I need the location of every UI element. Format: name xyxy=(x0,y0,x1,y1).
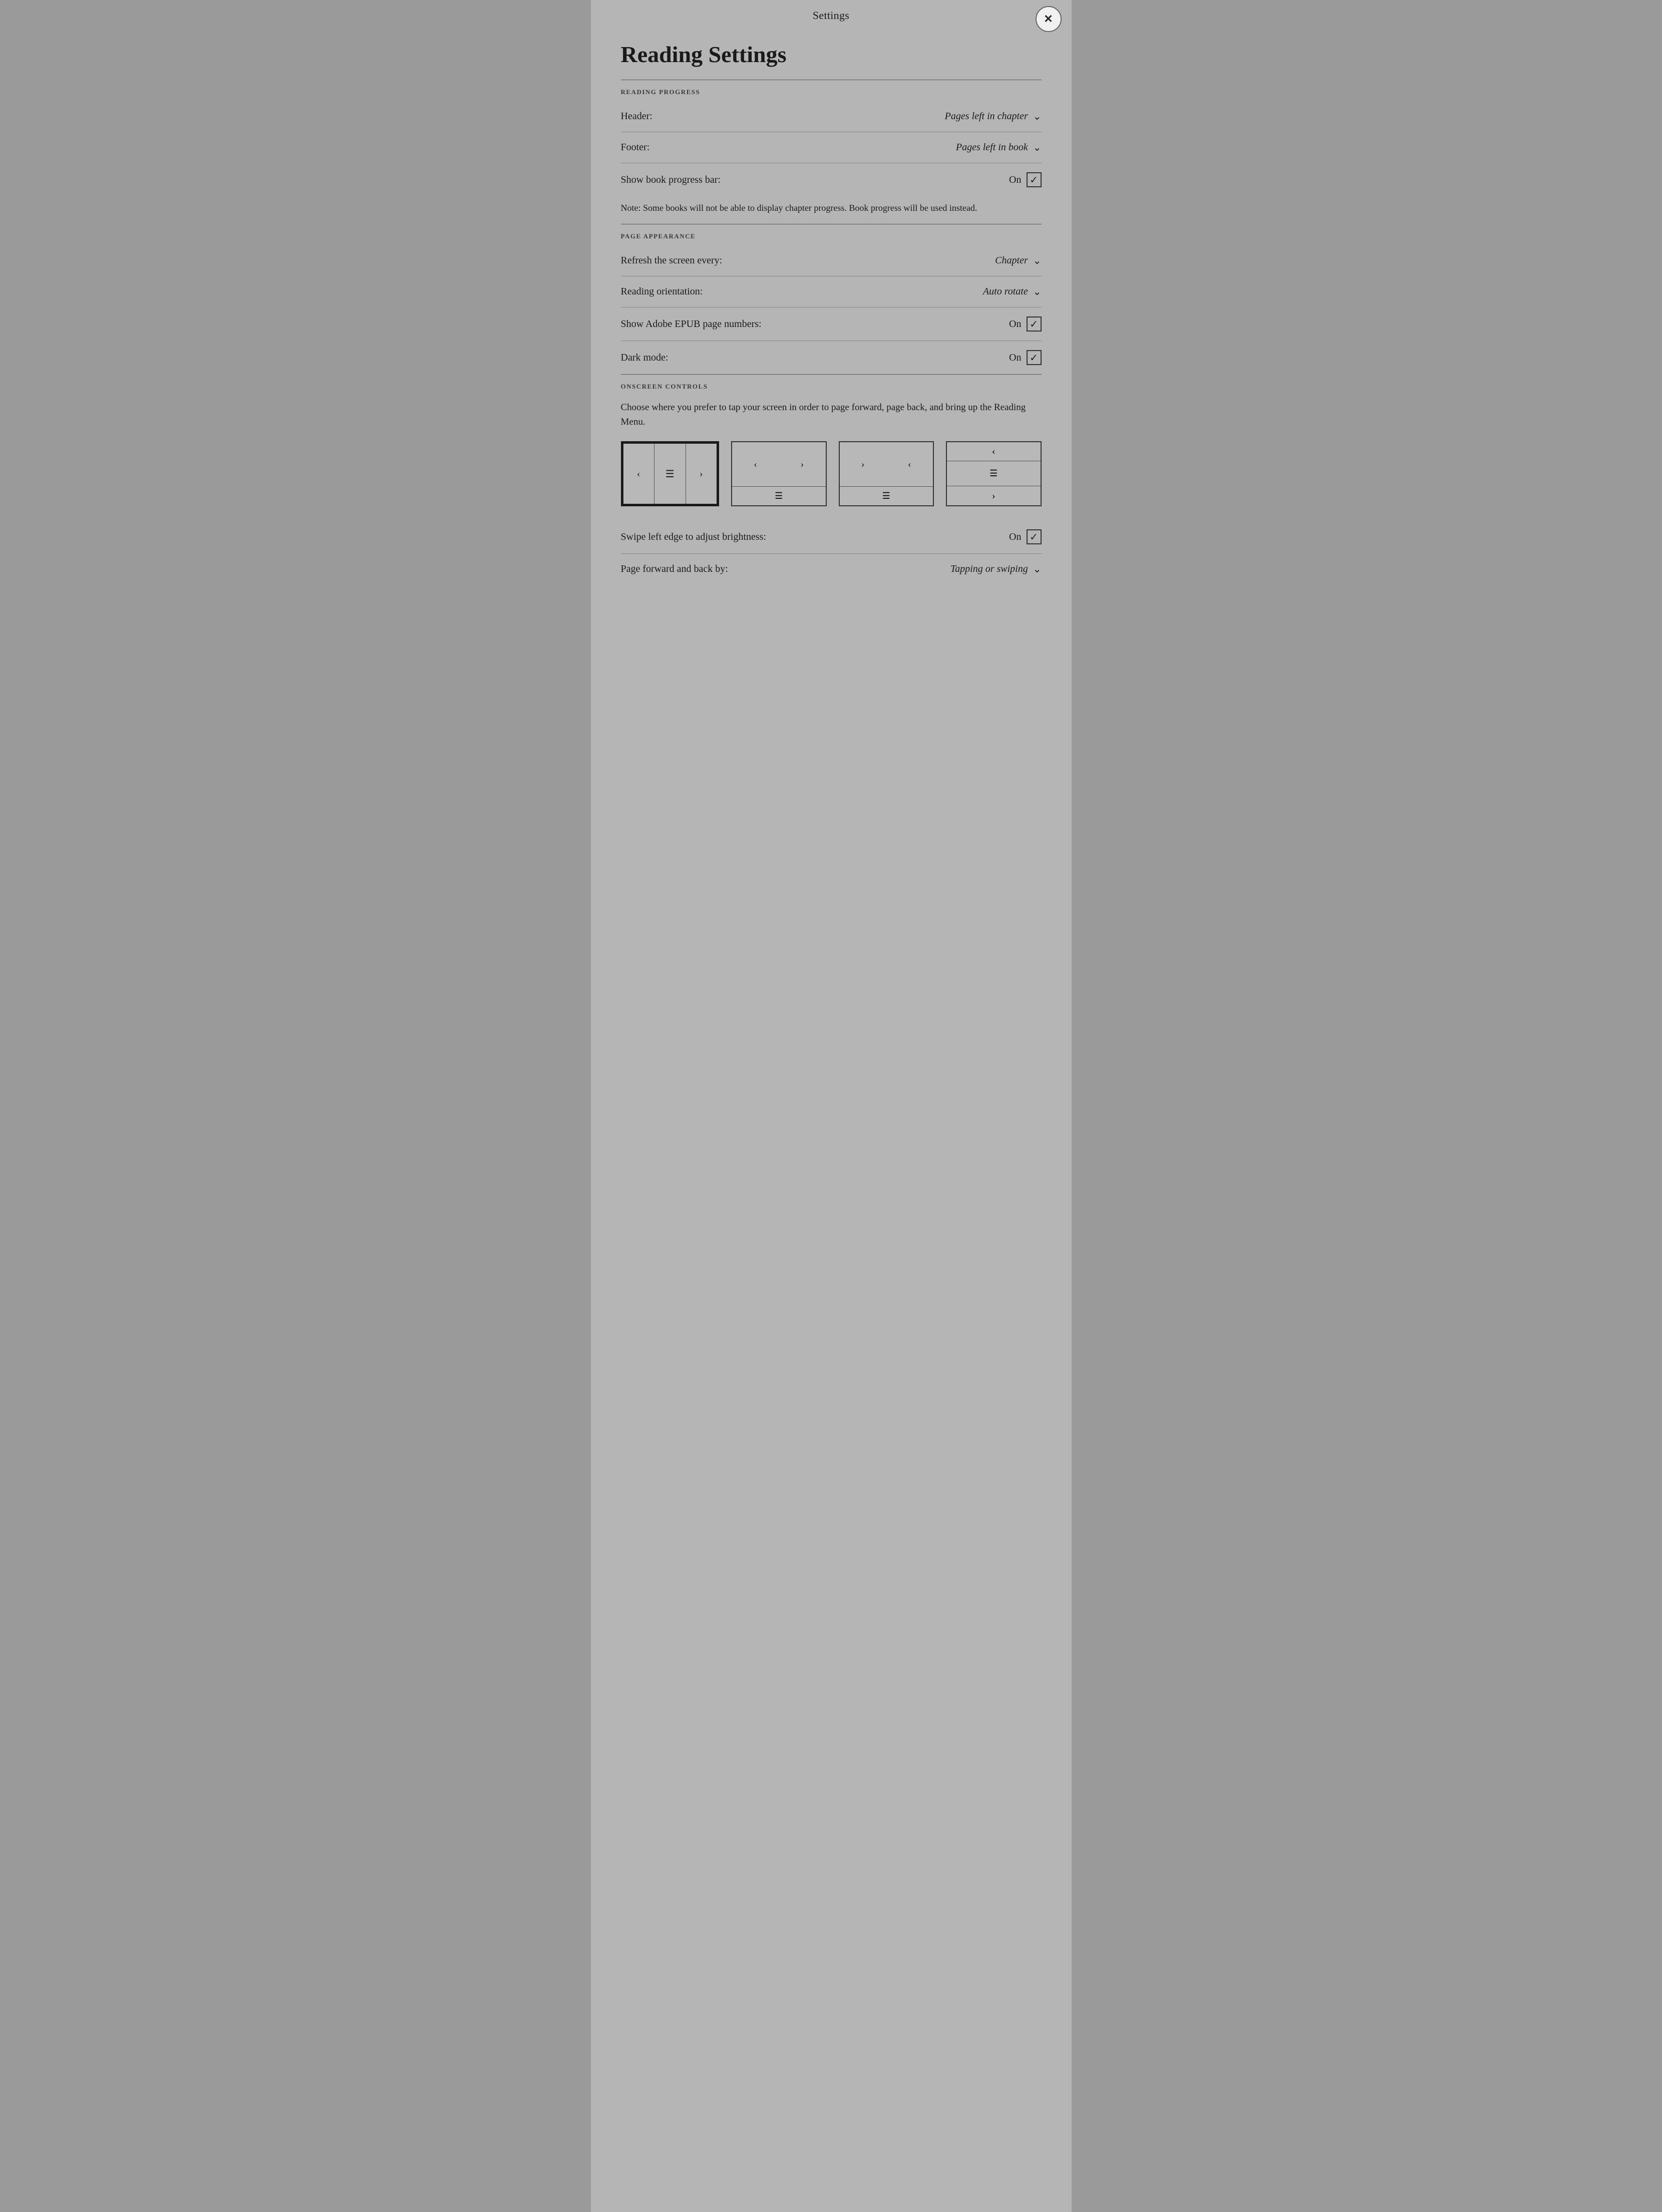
content-area: Reading Settings READING PROGRESS Header… xyxy=(591,31,1072,594)
reading-progress-section: READING PROGRESS Header: Pages left in c… xyxy=(621,80,1042,224)
header-chevron-icon: ⌄ xyxy=(1033,110,1042,123)
footer-setting-row: Footer: Pages left in book ⌄ xyxy=(621,132,1042,163)
swipe-control[interactable]: On ✓ xyxy=(1009,529,1041,544)
control-option-3[interactable]: › ‹ ☰ xyxy=(839,441,934,506)
onscreen-controls-label: ONSCREEN CONTROLS xyxy=(621,375,1042,396)
header-label: Header: xyxy=(621,111,652,122)
adobe-label: Show Adobe EPUB page numbers: xyxy=(621,319,762,330)
page-appearance-label: PAGE APPEARANCE xyxy=(621,224,1042,245)
page-heading: Reading Settings xyxy=(621,41,1042,68)
progress-note: Note: Some books will not be able to dis… xyxy=(621,196,1042,224)
swipe-checkbox[interactable]: ✓ xyxy=(1027,529,1042,544)
dark-mode-checkbox[interactable]: ✓ xyxy=(1027,350,1042,365)
footer-label: Footer: xyxy=(621,142,650,153)
adobe-control[interactable]: On ✓ xyxy=(1009,317,1041,332)
header-setting-row: Header: Pages left in chapter ⌄ xyxy=(621,101,1042,132)
onscreen-controls-section: ONSCREEN CONTROLS Choose where you prefe… xyxy=(621,375,1042,584)
page-forward-row: Page forward and back by: Tapping or swi… xyxy=(621,554,1042,584)
orientation-setting-row: Reading orientation: Auto rotate ⌄ xyxy=(621,276,1042,307)
show-progress-label: Show book progress bar: xyxy=(621,174,721,186)
refresh-value-text: Chapter xyxy=(995,255,1028,266)
page-forward-value-text: Tapping or swiping xyxy=(950,563,1028,575)
page-forward-label: Page forward and back by: xyxy=(621,563,728,575)
header-value-control[interactable]: Pages left in chapter ⌄ xyxy=(945,110,1042,123)
swipe-label: Swipe left edge to adjust brightness: xyxy=(621,531,767,543)
control-option-2[interactable]: ‹ › ☰ xyxy=(731,441,827,506)
swipe-setting-row: Swipe left edge to adjust brightness: On… xyxy=(621,520,1042,554)
page-appearance-section: PAGE APPEARANCE Refresh the screen every… xyxy=(621,224,1042,374)
ctrl3-arrow-right: › xyxy=(840,442,886,486)
ctrl4-middle-menu: ☰ xyxy=(947,461,1041,486)
page-forward-control[interactable]: Tapping or swiping ⌄ xyxy=(950,563,1042,575)
adobe-setting-row: Show Adobe EPUB page numbers: On ✓ xyxy=(621,307,1042,341)
ctrl3-top: › ‹ xyxy=(840,442,933,486)
dark-mode-state: On xyxy=(1009,352,1021,364)
ctrl2-arrow-right: › xyxy=(779,442,825,486)
show-progress-state: On xyxy=(1009,174,1021,186)
orientation-chevron-icon: ⌄ xyxy=(1033,285,1042,298)
orientation-value-control[interactable]: Auto rotate ⌄ xyxy=(983,285,1042,298)
control-option-1[interactable]: ‹ ☰ › xyxy=(621,441,720,506)
ctrl3-arrow-left: ‹ xyxy=(886,442,933,486)
ctrl1-left: ‹ xyxy=(623,444,655,504)
dark-mode-label: Dark mode: xyxy=(621,352,669,364)
page-forward-chevron-icon: ⌄ xyxy=(1033,563,1042,575)
ctrl1-right: › xyxy=(686,444,717,504)
ctrl4-bottom-arrow: › xyxy=(947,486,1041,505)
close-button[interactable]: ✕ xyxy=(1036,6,1062,32)
refresh-setting-row: Refresh the screen every: Chapter ⌄ xyxy=(621,245,1042,276)
modal-header: Settings ✕ xyxy=(591,0,1072,31)
reading-progress-label: READING PROGRESS xyxy=(621,80,1042,101)
refresh-label: Refresh the screen every: xyxy=(621,255,723,266)
ctrl3-menu: ☰ xyxy=(840,486,933,505)
refresh-value-control[interactable]: Chapter ⌄ xyxy=(995,254,1041,267)
modal-container: Settings ✕ Reading Settings READING PROG… xyxy=(591,0,1072,2212)
bottom-settings: Swipe left edge to adjust brightness: On… xyxy=(621,520,1042,584)
dark-mode-control[interactable]: On ✓ xyxy=(1009,350,1041,365)
show-progress-control[interactable]: On ✓ xyxy=(1009,172,1041,187)
swipe-state: On xyxy=(1009,531,1021,543)
ctrl2-menu: ☰ xyxy=(732,486,826,505)
ctrl1-center: ☰ xyxy=(654,444,686,504)
footer-chevron-icon: ⌄ xyxy=(1033,141,1042,154)
show-progress-row: Show book progress bar: On ✓ xyxy=(621,163,1042,196)
ctrl2-arrow-left: ‹ xyxy=(732,442,779,486)
footer-value-text: Pages left in book xyxy=(956,142,1028,153)
modal-title: Settings xyxy=(813,9,849,22)
header-value-text: Pages left in chapter xyxy=(945,111,1028,122)
footer-value-control[interactable]: Pages left in book ⌄ xyxy=(956,141,1042,154)
orientation-label: Reading orientation: xyxy=(621,286,703,297)
control-option-4[interactable]: ‹ ☰ › xyxy=(946,441,1042,506)
show-progress-checkbox[interactable]: ✓ xyxy=(1027,172,1042,187)
dark-mode-row: Dark mode: On ✓ xyxy=(621,341,1042,374)
adobe-checkbox[interactable]: ✓ xyxy=(1027,317,1042,332)
ctrl4-top-arrow: ‹ xyxy=(947,442,1041,461)
controls-description: Choose where you prefer to tap your scre… xyxy=(621,396,1042,441)
ctrl2-top: ‹ › xyxy=(732,442,826,486)
adobe-state: On xyxy=(1009,319,1021,330)
refresh-chevron-icon: ⌄ xyxy=(1033,254,1042,267)
orientation-value-text: Auto rotate xyxy=(983,286,1028,297)
controls-grid: ‹ ☰ › ‹ › ☰ › ‹ xyxy=(621,441,1042,506)
